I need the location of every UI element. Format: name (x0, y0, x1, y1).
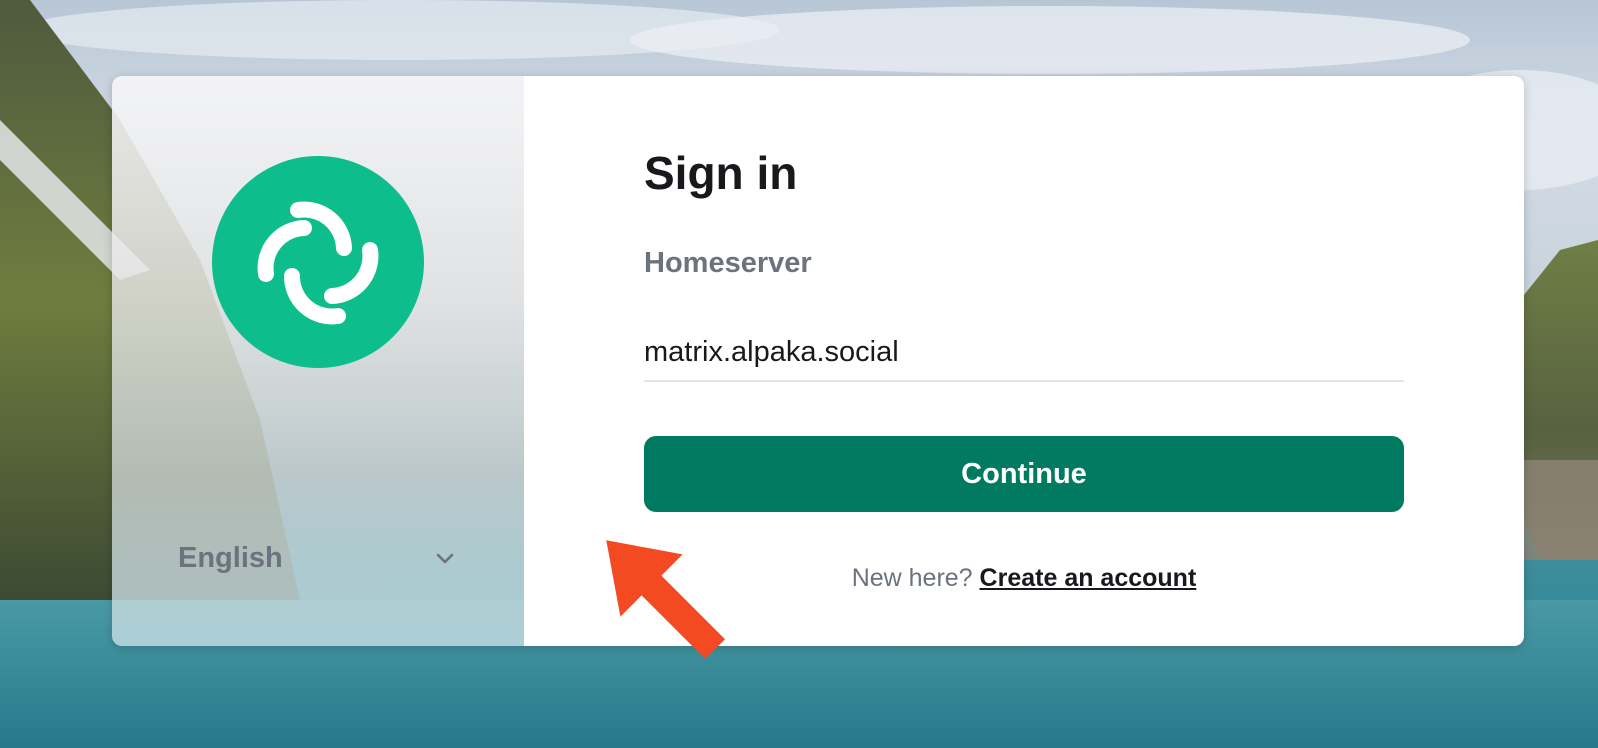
login-card: English Sign in Homeserver Continue New … (112, 76, 1524, 646)
signin-panel: Sign in Homeserver Continue New here? Cr… (524, 76, 1524, 646)
create-account-link[interactable]: Create an account (980, 564, 1197, 592)
chevron-down-icon (436, 553, 454, 564)
page-title: Sign in (644, 147, 798, 199)
new-here-text: New here? (851, 564, 973, 592)
language-selector[interactable]: English (178, 534, 458, 582)
element-logo-icon (212, 156, 424, 368)
homeserver-field[interactable] (644, 324, 1404, 382)
language-selected-label: English (178, 541, 283, 574)
signup-prompt: New here? Create an account (644, 564, 1404, 593)
branding-panel: English (112, 76, 524, 646)
homeserver-label: Homeserver (644, 247, 812, 279)
login-screen: English Sign in Homeserver Continue New … (0, 0, 1598, 748)
continue-button[interactable]: Continue (644, 436, 1404, 512)
